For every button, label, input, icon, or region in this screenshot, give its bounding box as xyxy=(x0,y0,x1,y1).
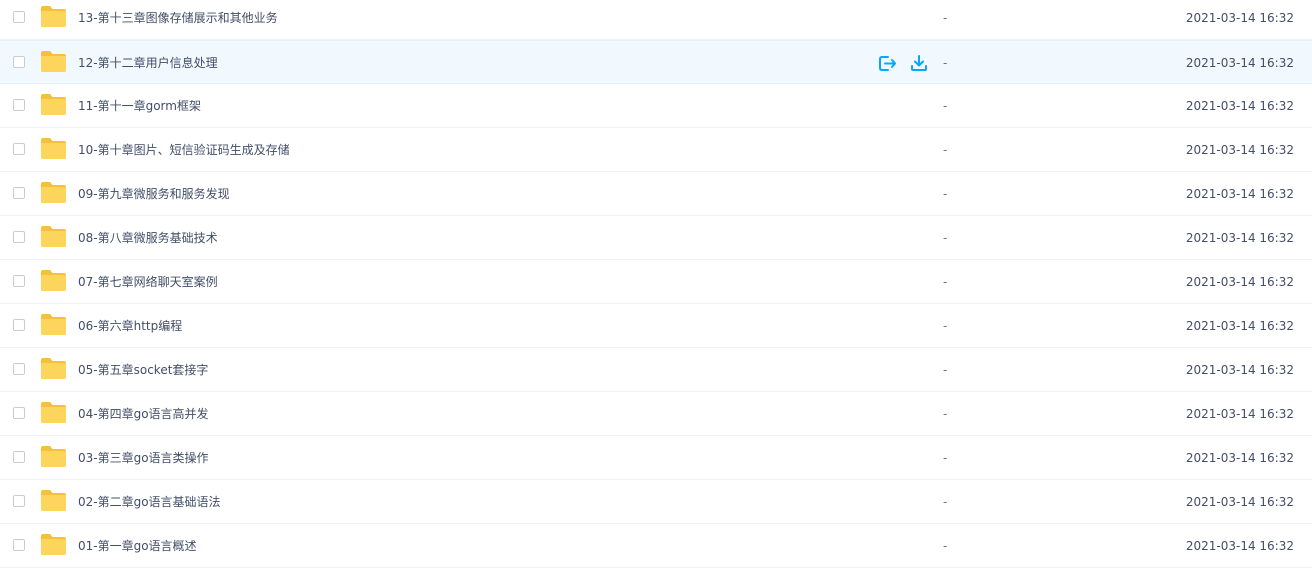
file-row[interactable]: 03-第三章go语言类操作 - 2021-03-14 16:32 xyxy=(0,436,1312,480)
file-name[interactable]: 10-第十章图片、短信验证码生成及存储 xyxy=(78,128,290,172)
row-checkbox[interactable] xyxy=(13,495,25,507)
modified-date: 2021-03-14 16:32 xyxy=(1185,495,1294,509)
file-row[interactable]: 06-第六章http编程 - 2021-03-14 16:32 xyxy=(0,304,1312,348)
file-row[interactable]: 01-第一章go语言概述 - 2021-03-14 16:32 xyxy=(0,524,1312,568)
folder-icon xyxy=(40,181,67,204)
file-name[interactable]: 02-第二章go语言基础语法 xyxy=(78,480,221,524)
folder-icon xyxy=(40,137,67,160)
file-row[interactable]: 02-第二章go语言基础语法 - 2021-03-14 16:32 xyxy=(0,480,1312,524)
file-list: 13-第十三章图像存储展示和其他业务 - 2021-03-14 16:32 12… xyxy=(0,0,1312,568)
folder-icon xyxy=(40,357,67,380)
file-row[interactable]: 09-第九章微服务和服务发现 - 2021-03-14 16:32 xyxy=(0,172,1312,216)
row-checkbox[interactable] xyxy=(13,451,25,463)
file-name[interactable]: 05-第五章socket套接字 xyxy=(78,348,208,392)
file-size: - xyxy=(943,495,948,509)
row-checkbox[interactable] xyxy=(13,11,25,23)
file-size: - xyxy=(943,143,948,157)
file-size: - xyxy=(943,231,948,245)
file-size: - xyxy=(943,319,948,333)
folder-icon xyxy=(40,225,67,248)
row-checkbox[interactable] xyxy=(13,539,25,551)
folder-icon xyxy=(40,489,67,512)
row-checkbox[interactable] xyxy=(13,143,25,155)
file-row[interactable]: 05-第五章socket套接字 - 2021-03-14 16:32 xyxy=(0,348,1312,392)
file-name[interactable]: 12-第十二章用户信息处理 xyxy=(78,41,218,85)
file-name[interactable]: 13-第十三章图像存储展示和其他业务 xyxy=(78,0,278,40)
file-name[interactable]: 04-第四章go语言高并发 xyxy=(78,392,209,436)
folder-icon xyxy=(40,401,67,424)
file-size: - xyxy=(943,187,948,201)
folder-icon xyxy=(40,445,67,468)
file-name[interactable]: 07-第七章网络聊天室案例 xyxy=(78,260,218,304)
file-size: - xyxy=(943,363,948,377)
file-row[interactable]: 10-第十章图片、短信验证码生成及存储 - 2021-03-14 16:32 xyxy=(0,128,1312,172)
modified-date: 2021-03-14 16:32 xyxy=(1185,143,1294,157)
download-icon[interactable] xyxy=(909,53,929,73)
modified-date: 2021-03-14 16:32 xyxy=(1185,56,1294,70)
file-name[interactable]: 06-第六章http编程 xyxy=(78,304,182,348)
row-checkbox[interactable] xyxy=(13,363,25,375)
folder-icon xyxy=(40,93,67,116)
file-size: - xyxy=(943,539,948,553)
file-name[interactable]: 08-第八章微服务基础技术 xyxy=(78,216,218,260)
file-size: - xyxy=(943,11,948,25)
row-checkbox[interactable] xyxy=(13,187,25,199)
row-actions xyxy=(877,53,929,73)
share-icon[interactable] xyxy=(877,53,897,73)
file-name[interactable]: 09-第九章微服务和服务发现 xyxy=(78,172,230,216)
file-row[interactable]: 08-第八章微服务基础技术 - 2021-03-14 16:32 xyxy=(0,216,1312,260)
row-checkbox[interactable] xyxy=(13,275,25,287)
file-size: - xyxy=(943,99,948,113)
modified-date: 2021-03-14 16:32 xyxy=(1185,11,1294,25)
row-checkbox[interactable] xyxy=(13,231,25,243)
row-checkbox[interactable] xyxy=(13,319,25,331)
modified-date: 2021-03-14 16:32 xyxy=(1185,187,1294,201)
file-name[interactable]: 11-第十一章gorm框架 xyxy=(78,84,201,128)
row-checkbox[interactable] xyxy=(13,99,25,111)
file-row[interactable]: 11-第十一章gorm框架 - 2021-03-14 16:32 xyxy=(0,84,1312,128)
modified-date: 2021-03-14 16:32 xyxy=(1185,451,1294,465)
row-checkbox[interactable] xyxy=(13,56,25,68)
modified-date: 2021-03-14 16:32 xyxy=(1185,407,1294,421)
modified-date: 2021-03-14 16:32 xyxy=(1185,539,1294,553)
folder-icon xyxy=(40,533,67,556)
modified-date: 2021-03-14 16:32 xyxy=(1185,231,1294,245)
modified-date: 2021-03-14 16:32 xyxy=(1185,99,1294,113)
file-row[interactable]: 12-第十二章用户信息处理 - 2021-03-14 16:32 xyxy=(0,40,1312,84)
modified-date: 2021-03-14 16:32 xyxy=(1185,275,1294,289)
file-row[interactable]: 13-第十三章图像存储展示和其他业务 - 2021-03-14 16:32 xyxy=(0,0,1312,40)
folder-icon xyxy=(40,50,67,73)
folder-icon xyxy=(40,269,67,292)
file-size: - xyxy=(943,407,948,421)
file-row[interactable]: 04-第四章go语言高并发 - 2021-03-14 16:32 xyxy=(0,392,1312,436)
file-name[interactable]: 03-第三章go语言类操作 xyxy=(78,436,209,480)
file-size: - xyxy=(943,275,948,289)
file-size: - xyxy=(943,451,948,465)
modified-date: 2021-03-14 16:32 xyxy=(1185,363,1294,377)
file-name[interactable]: 01-第一章go语言概述 xyxy=(78,524,197,568)
file-size: - xyxy=(943,56,948,70)
folder-icon xyxy=(40,5,67,28)
folder-icon xyxy=(40,313,67,336)
file-row[interactable]: 07-第七章网络聊天室案例 - 2021-03-14 16:32 xyxy=(0,260,1312,304)
row-checkbox[interactable] xyxy=(13,407,25,419)
modified-date: 2021-03-14 16:32 xyxy=(1185,319,1294,333)
